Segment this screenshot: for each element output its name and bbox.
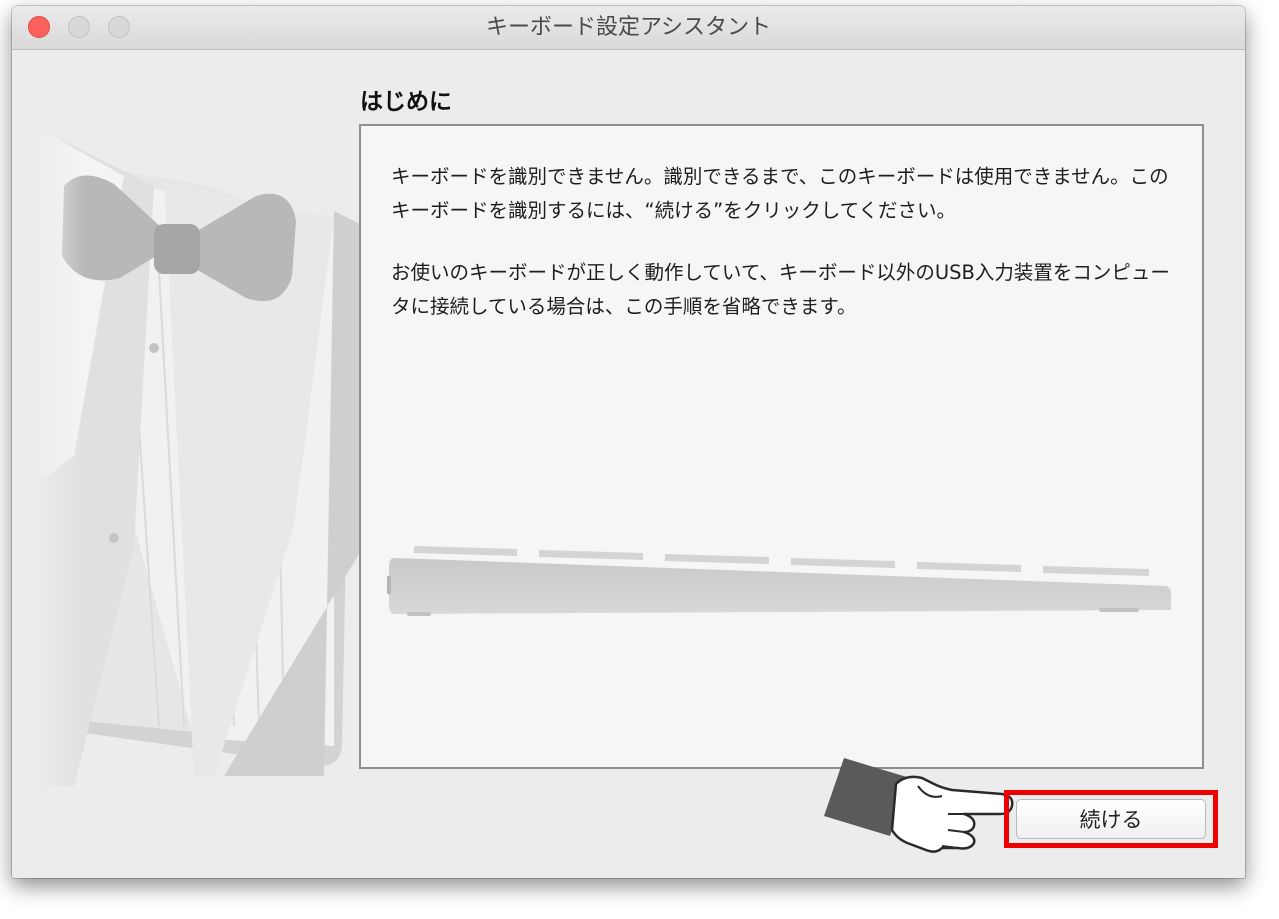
keyboard-illustration xyxy=(387,546,1171,616)
pointing-hand-icon xyxy=(824,758,1014,853)
content-panel: キーボードを識別できません。識別できるまで、このキーボードは使用できません。この… xyxy=(359,124,1204,769)
description-paragraph-2: お使いのキーボードが正しく動作していて、キーボード以外のUSB入力装置をコンピュ… xyxy=(391,261,1170,318)
section-title: はじめに xyxy=(360,89,452,115)
title-bar: キーボード設定アシスタント xyxy=(12,6,1245,50)
continue-button[interactable]: 続ける xyxy=(1016,799,1206,839)
window-title: キーボード設定アシスタント xyxy=(485,15,772,40)
assistant-window: キーボード設定アシスタント はじめに キーボードを識別できません。識別できるまで… xyxy=(12,6,1245,878)
description-paragraph-1: キーボードを識別できません。識別できるまで、このキーボードは使用できません。この… xyxy=(391,165,1169,222)
